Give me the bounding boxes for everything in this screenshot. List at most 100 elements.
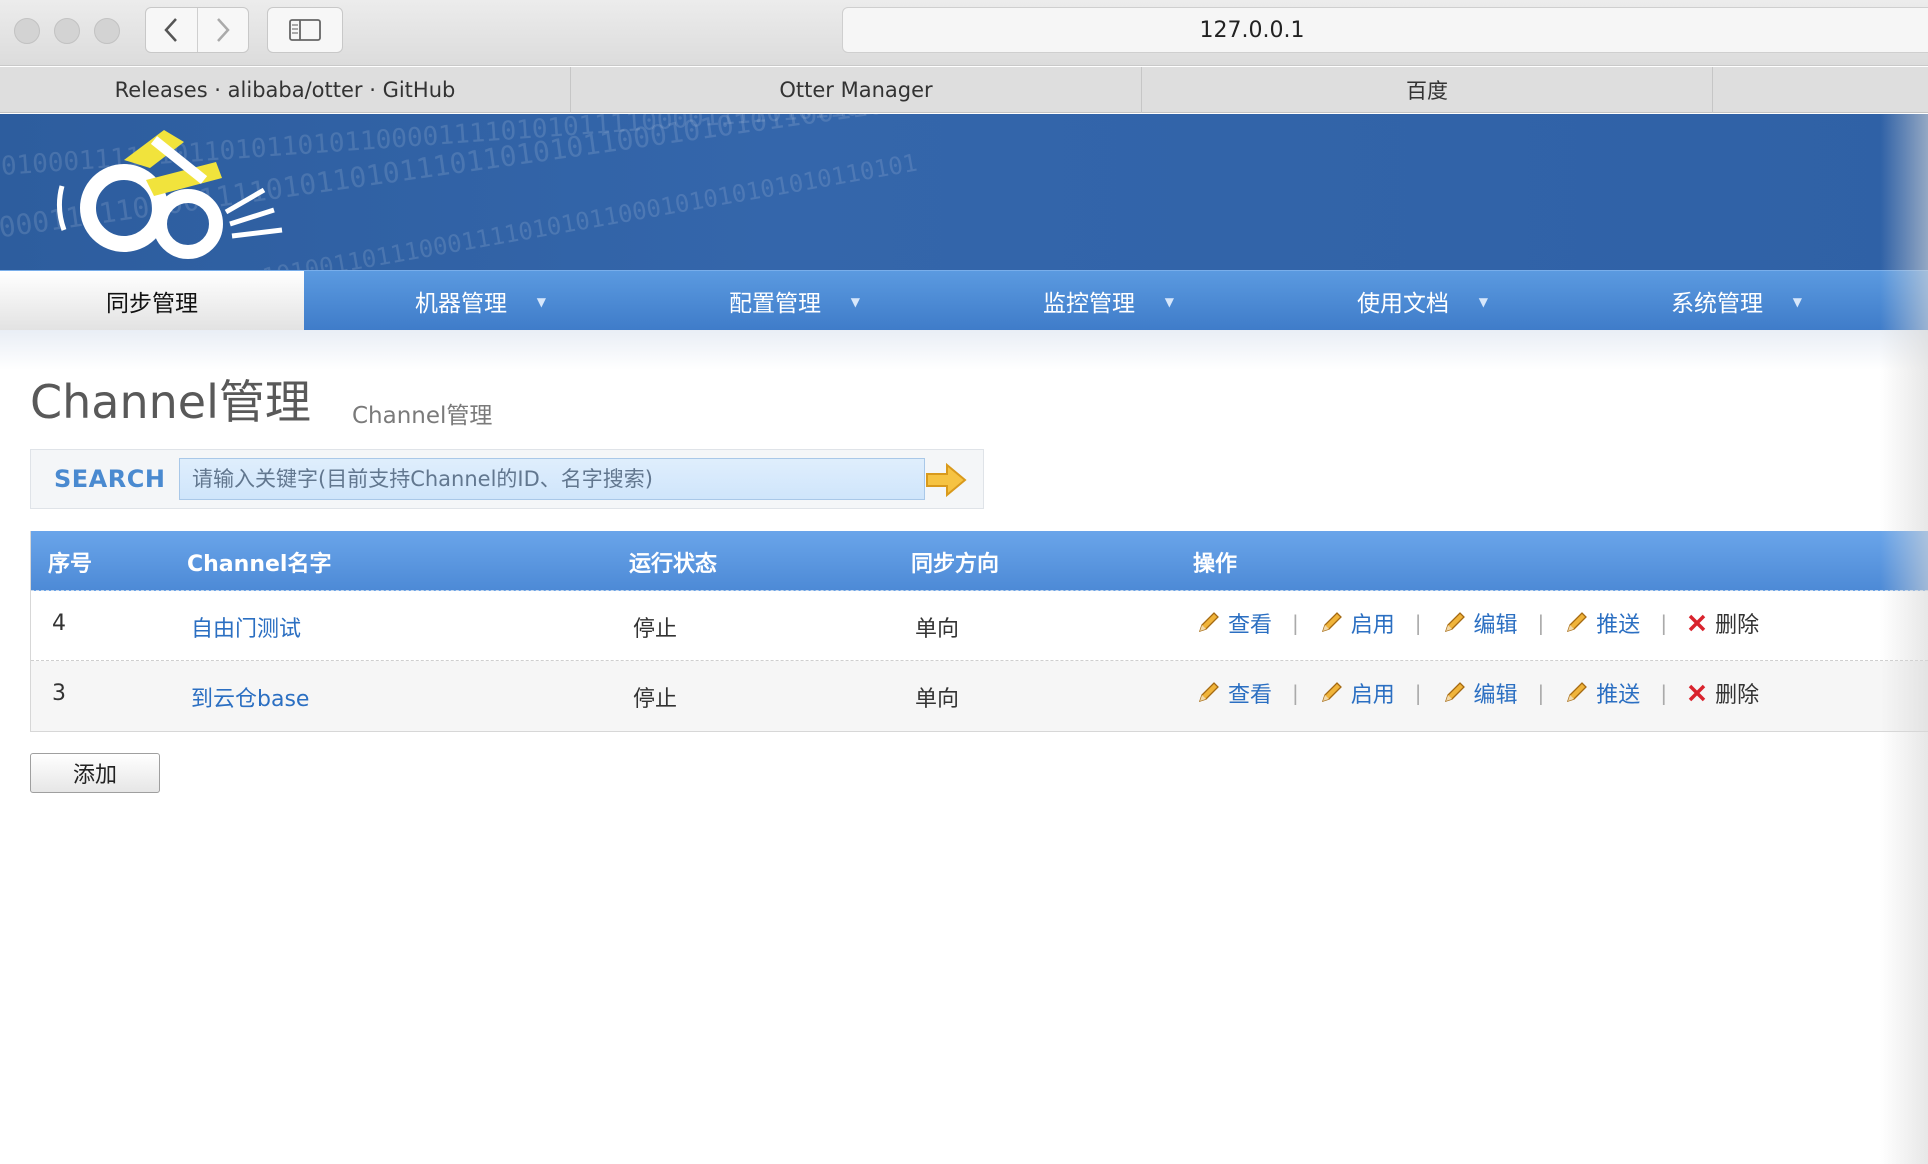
caret-down-icon: ▼ <box>850 295 860 309</box>
enable-link[interactable]: 启用 <box>1319 607 1395 639</box>
history-nav <box>145 7 249 53</box>
pencil-icon <box>1321 682 1342 703</box>
menu-item-label: 机器管理 <box>415 291 507 317</box>
menu-item-label: 使用文档 <box>1357 291 1449 317</box>
search-input[interactable] <box>179 458 925 500</box>
close-icon <box>1688 684 1706 702</box>
menu-item-label: 监控管理 <box>1043 291 1135 317</box>
window-maximize-button[interactable] <box>94 18 120 44</box>
channel-name-link[interactable]: 到云仓base <box>191 681 309 713</box>
caret-down-icon: ▼ <box>1792 295 1802 309</box>
pencil-icon <box>1444 612 1465 633</box>
row-actions: 查看 | 启用 | 编辑 | 推送 | 删除 <box>1196 607 1759 639</box>
action-label: 删除 <box>1715 683 1760 708</box>
menu-item-machine[interactable]: 机器管理 ▼ <box>304 271 618 331</box>
pencil-icon <box>1321 612 1342 633</box>
pencil-icon <box>1198 612 1219 633</box>
browser-tab-otter[interactable]: Otter Manager <box>571 67 1142 113</box>
menu-item-docs[interactable]: 使用文档 ▼ <box>1246 271 1560 331</box>
pencil-icon <box>1444 682 1465 703</box>
delete-link[interactable]: 删除 <box>1687 607 1759 639</box>
edit-link[interactable]: 编辑 <box>1442 677 1518 709</box>
menu-item-system[interactable]: 系统管理 ▼ <box>1560 271 1874 331</box>
arrow-right-icon[interactable] <box>923 462 969 498</box>
column-header-id: 序号 <box>48 552 93 577</box>
action-separator: | <box>1292 681 1299 705</box>
menu-item-label: 配置管理 <box>729 291 821 317</box>
column-header-actions: 操作 <box>1193 552 1238 577</box>
browser-tabbar: Releases · alibaba/otter · GitHub Otter … <box>0 67 1928 113</box>
action-label: 推送 <box>1596 683 1641 708</box>
browser-tab-label: 百度 <box>1406 79 1448 103</box>
action-separator: | <box>1414 681 1422 705</box>
close-icon <box>1688 614 1706 632</box>
menu-item-label: 同步管理 <box>106 291 198 317</box>
action-separator: | <box>1660 681 1668 705</box>
browser-titlebar: 127.0.0.1 <box>0 0 1928 66</box>
sidebar-toggle-button[interactable] <box>267 7 343 53</box>
action-label: 编辑 <box>1473 613 1518 638</box>
column-header-direction: 同步方向 <box>911 552 1000 577</box>
page-title: Channel管理 <box>30 375 311 429</box>
search-panel: SEARCH <box>30 449 984 509</box>
push-link[interactable]: 推送 <box>1564 677 1640 709</box>
menu-item-config[interactable]: 配置管理 ▼ <box>618 271 932 331</box>
chevron-left-icon <box>164 18 178 42</box>
action-separator: | <box>1537 611 1545 635</box>
forward-button[interactable] <box>196 8 249 52</box>
browser-tab-baidu[interactable]: 百度 <box>1142 67 1713 113</box>
main-menu: 同步管理 机器管理 ▼ 配置管理 ▼ 监控管理 ▼ 使用文档 ▼ 系统管理 ▼ <box>0 270 1928 331</box>
search-label: SEARCH <box>54 465 166 493</box>
column-header-name: Channel名字 <box>187 552 332 577</box>
view-link[interactable]: 查看 <box>1196 607 1272 639</box>
pencil-icon <box>1567 612 1588 633</box>
menu-item-monitor[interactable]: 监控管理 ▼ <box>932 271 1246 331</box>
action-separator: | <box>1537 681 1545 705</box>
row-status: 停止 <box>633 617 678 642</box>
edit-link[interactable]: 编辑 <box>1442 607 1518 639</box>
action-label: 启用 <box>1350 613 1395 638</box>
page-subtitle: Channel管理 <box>352 403 493 429</box>
add-button[interactable]: 添加 <box>30 753 160 793</box>
window-minimize-button[interactable] <box>54 18 80 44</box>
browser-tab-label: Releases · alibaba/otter · GitHub <box>114 78 456 102</box>
push-link[interactable]: 推送 <box>1564 607 1640 639</box>
caret-down-icon: ▼ <box>536 295 546 309</box>
view-link[interactable]: 查看 <box>1196 677 1272 709</box>
otter-logo <box>56 130 283 259</box>
row-status: 停止 <box>633 687 678 712</box>
pencil-icon <box>1567 682 1588 703</box>
channel-table: 序号 Channel名字 运行状态 同步方向 操作 4 自由门测试 停止 单向 … <box>30 531 1928 732</box>
action-label: 删除 <box>1715 613 1760 638</box>
enable-link[interactable]: 启用 <box>1319 677 1395 709</box>
column-header-status: 运行状态 <box>629 552 718 577</box>
address-bar[interactable]: 127.0.0.1 <box>842 7 1928 53</box>
action-label: 启用 <box>1350 683 1395 708</box>
row-id: 4 <box>52 611 66 636</box>
table-header: 序号 Channel名字 运行状态 同步方向 操作 <box>31 531 1928 591</box>
menu-item-label: 系统管理 <box>1671 291 1763 317</box>
menu-item-sync[interactable]: 同步管理 <box>0 271 304 331</box>
back-button[interactable] <box>146 8 197 52</box>
address-url: 127.0.0.1 <box>1199 17 1305 43</box>
action-label: 推送 <box>1596 613 1641 638</box>
chevron-right-icon <box>216 18 230 42</box>
action-label: 查看 <box>1228 613 1273 638</box>
channel-name-link[interactable]: 自由门测试 <box>191 611 301 643</box>
action-separator: | <box>1414 611 1422 635</box>
delete-link[interactable]: 删除 <box>1687 677 1759 709</box>
action-label: 编辑 <box>1473 683 1518 708</box>
browser-tab-other[interactable] <box>1713 67 1928 113</box>
row-direction: 单向 <box>915 617 960 642</box>
caret-down-icon: ▼ <box>1478 295 1488 309</box>
action-separator: | <box>1292 611 1299 635</box>
row-id: 3 <box>52 681 66 706</box>
window-close-button[interactable] <box>14 18 40 44</box>
table-row: 3 到云仓base 停止 单向 查看 | 启用 | 编辑 | 推送 | 删除 <box>31 661 1928 731</box>
sidebar-icon <box>289 19 321 41</box>
row-direction: 单向 <box>915 687 960 712</box>
caret-down-icon: ▼ <box>1164 295 1174 309</box>
action-separator: | <box>1660 611 1668 635</box>
browser-tab-github[interactable]: Releases · alibaba/otter · GitHub <box>0 67 571 113</box>
menu-shadow <box>0 330 1928 370</box>
